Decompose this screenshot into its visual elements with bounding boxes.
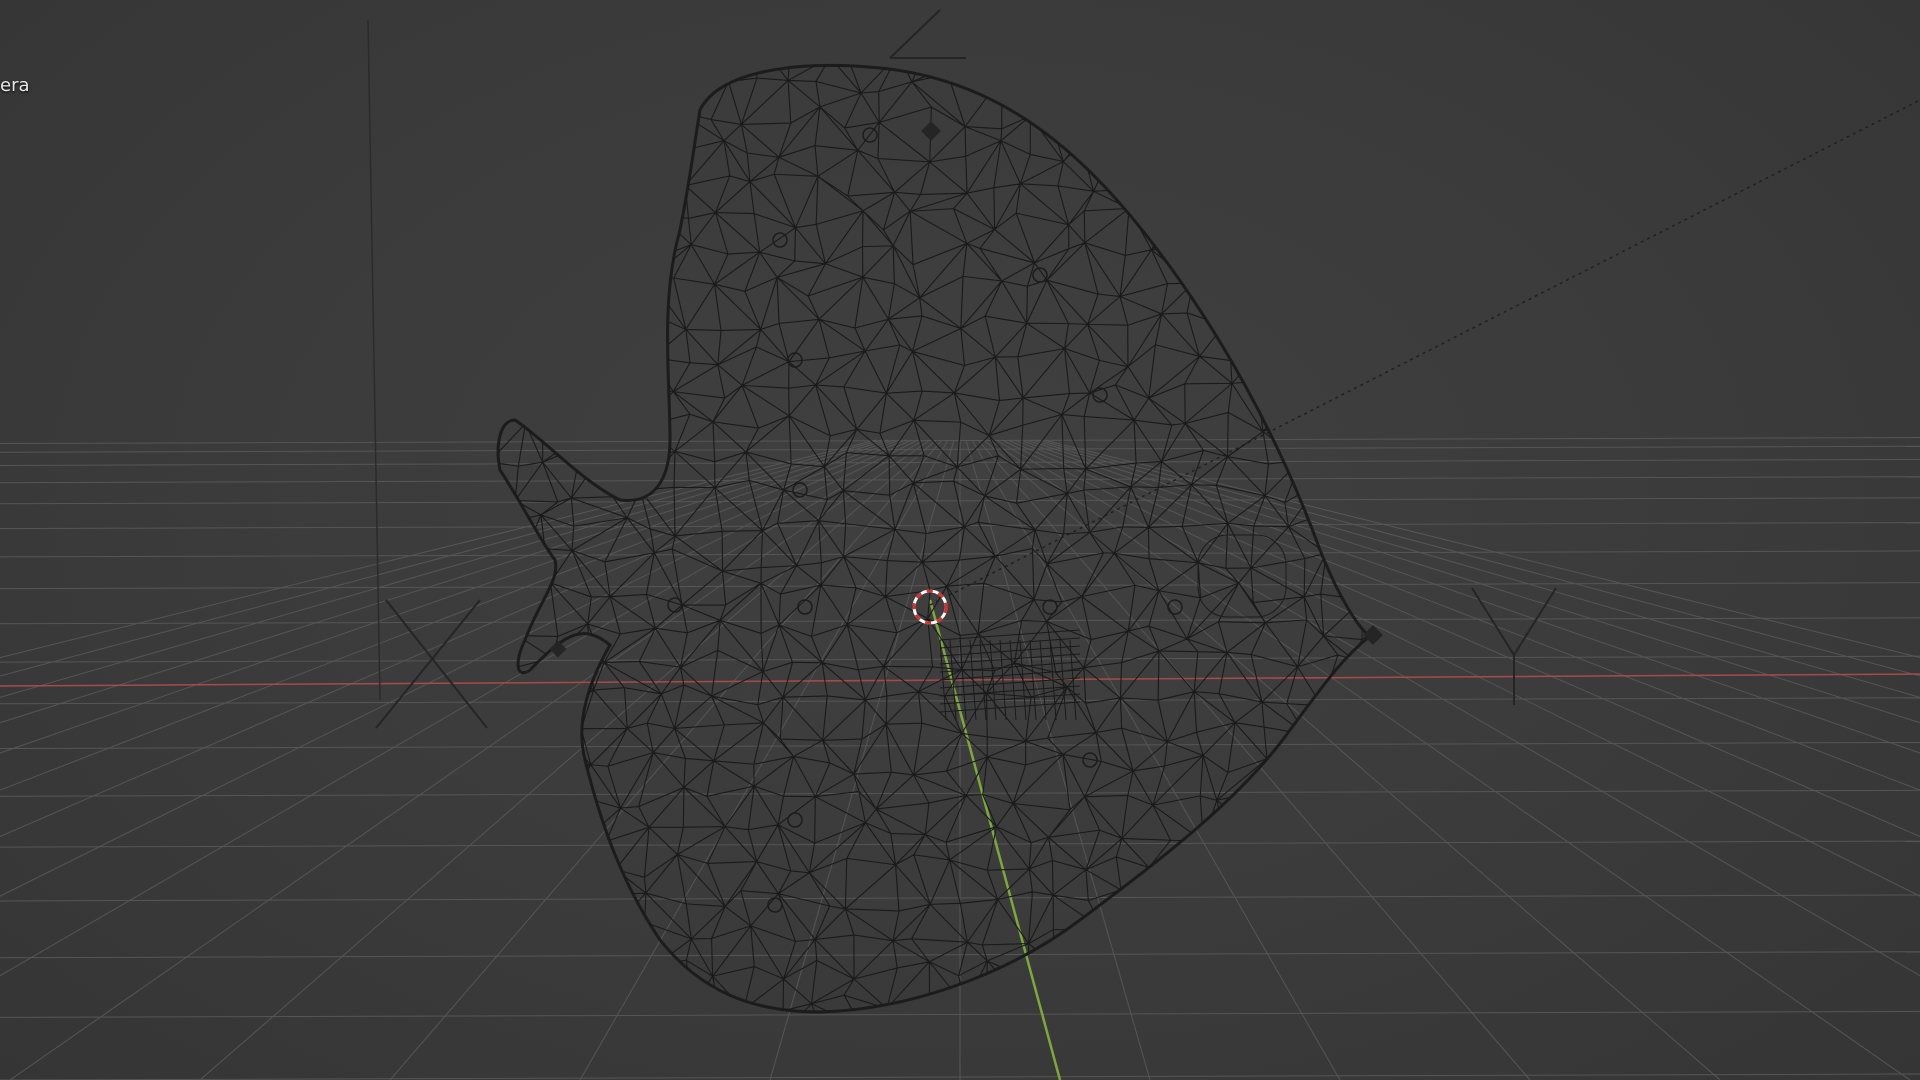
- y-empty-letter: [1471, 587, 1557, 705]
- grid-line: [1019, 439, 1920, 754]
- fish-eye-patch: [1197, 534, 1287, 618]
- grid-line: [0, 439, 919, 897]
- mesh-vertex-marker: [772, 232, 788, 248]
- grid-line: [977, 439, 1531, 1080]
- grid-line: [0, 439, 901, 754]
- grid-line: [1037, 439, 1920, 677]
- grid-line: [0, 439, 907, 791]
- fish-wireframe-mesh[interactable]: [468, 39, 1443, 1047]
- mesh-vertex-marker: [1042, 599, 1058, 615]
- grid-line: [1007, 439, 1920, 838]
- mesh-vertex-marker: [1167, 599, 1183, 615]
- grid-line: [971, 439, 1341, 1080]
- viewport-scene[interactable]: [0, 0, 1920, 1080]
- empty-vertical-line: [367, 19, 381, 701]
- grid-line: [0, 439, 895, 724]
- mesh-vertex-marker: [792, 482, 808, 498]
- fish-mesh-edges: [498, 65, 1370, 1012]
- mesh-vertex-marker: [667, 597, 683, 613]
- mesh-vertex-marker: [787, 812, 803, 828]
- grid-line: [199, 439, 937, 1080]
- grid-line: [9, 439, 931, 1080]
- fish-outline: [496, 63, 1373, 1014]
- mesh-vertex-marker: [767, 897, 783, 913]
- grid-line: [0, 439, 877, 659]
- grid-line: [995, 439, 1920, 977]
- mesh-edges: [498, 65, 1370, 1012]
- 3d-viewport[interactable]: era: [0, 0, 1920, 1080]
- grid-line: [1001, 439, 1920, 897]
- grid-line: [989, 439, 1911, 1080]
- z-empty-letter: [889, 9, 966, 59]
- grid-line: [1043, 439, 1920, 659]
- grid-line: [1013, 439, 1920, 791]
- grid-line: [0, 439, 925, 977]
- x-empty-letter: [375, 599, 488, 729]
- mesh-vertex-marker: [797, 599, 813, 615]
